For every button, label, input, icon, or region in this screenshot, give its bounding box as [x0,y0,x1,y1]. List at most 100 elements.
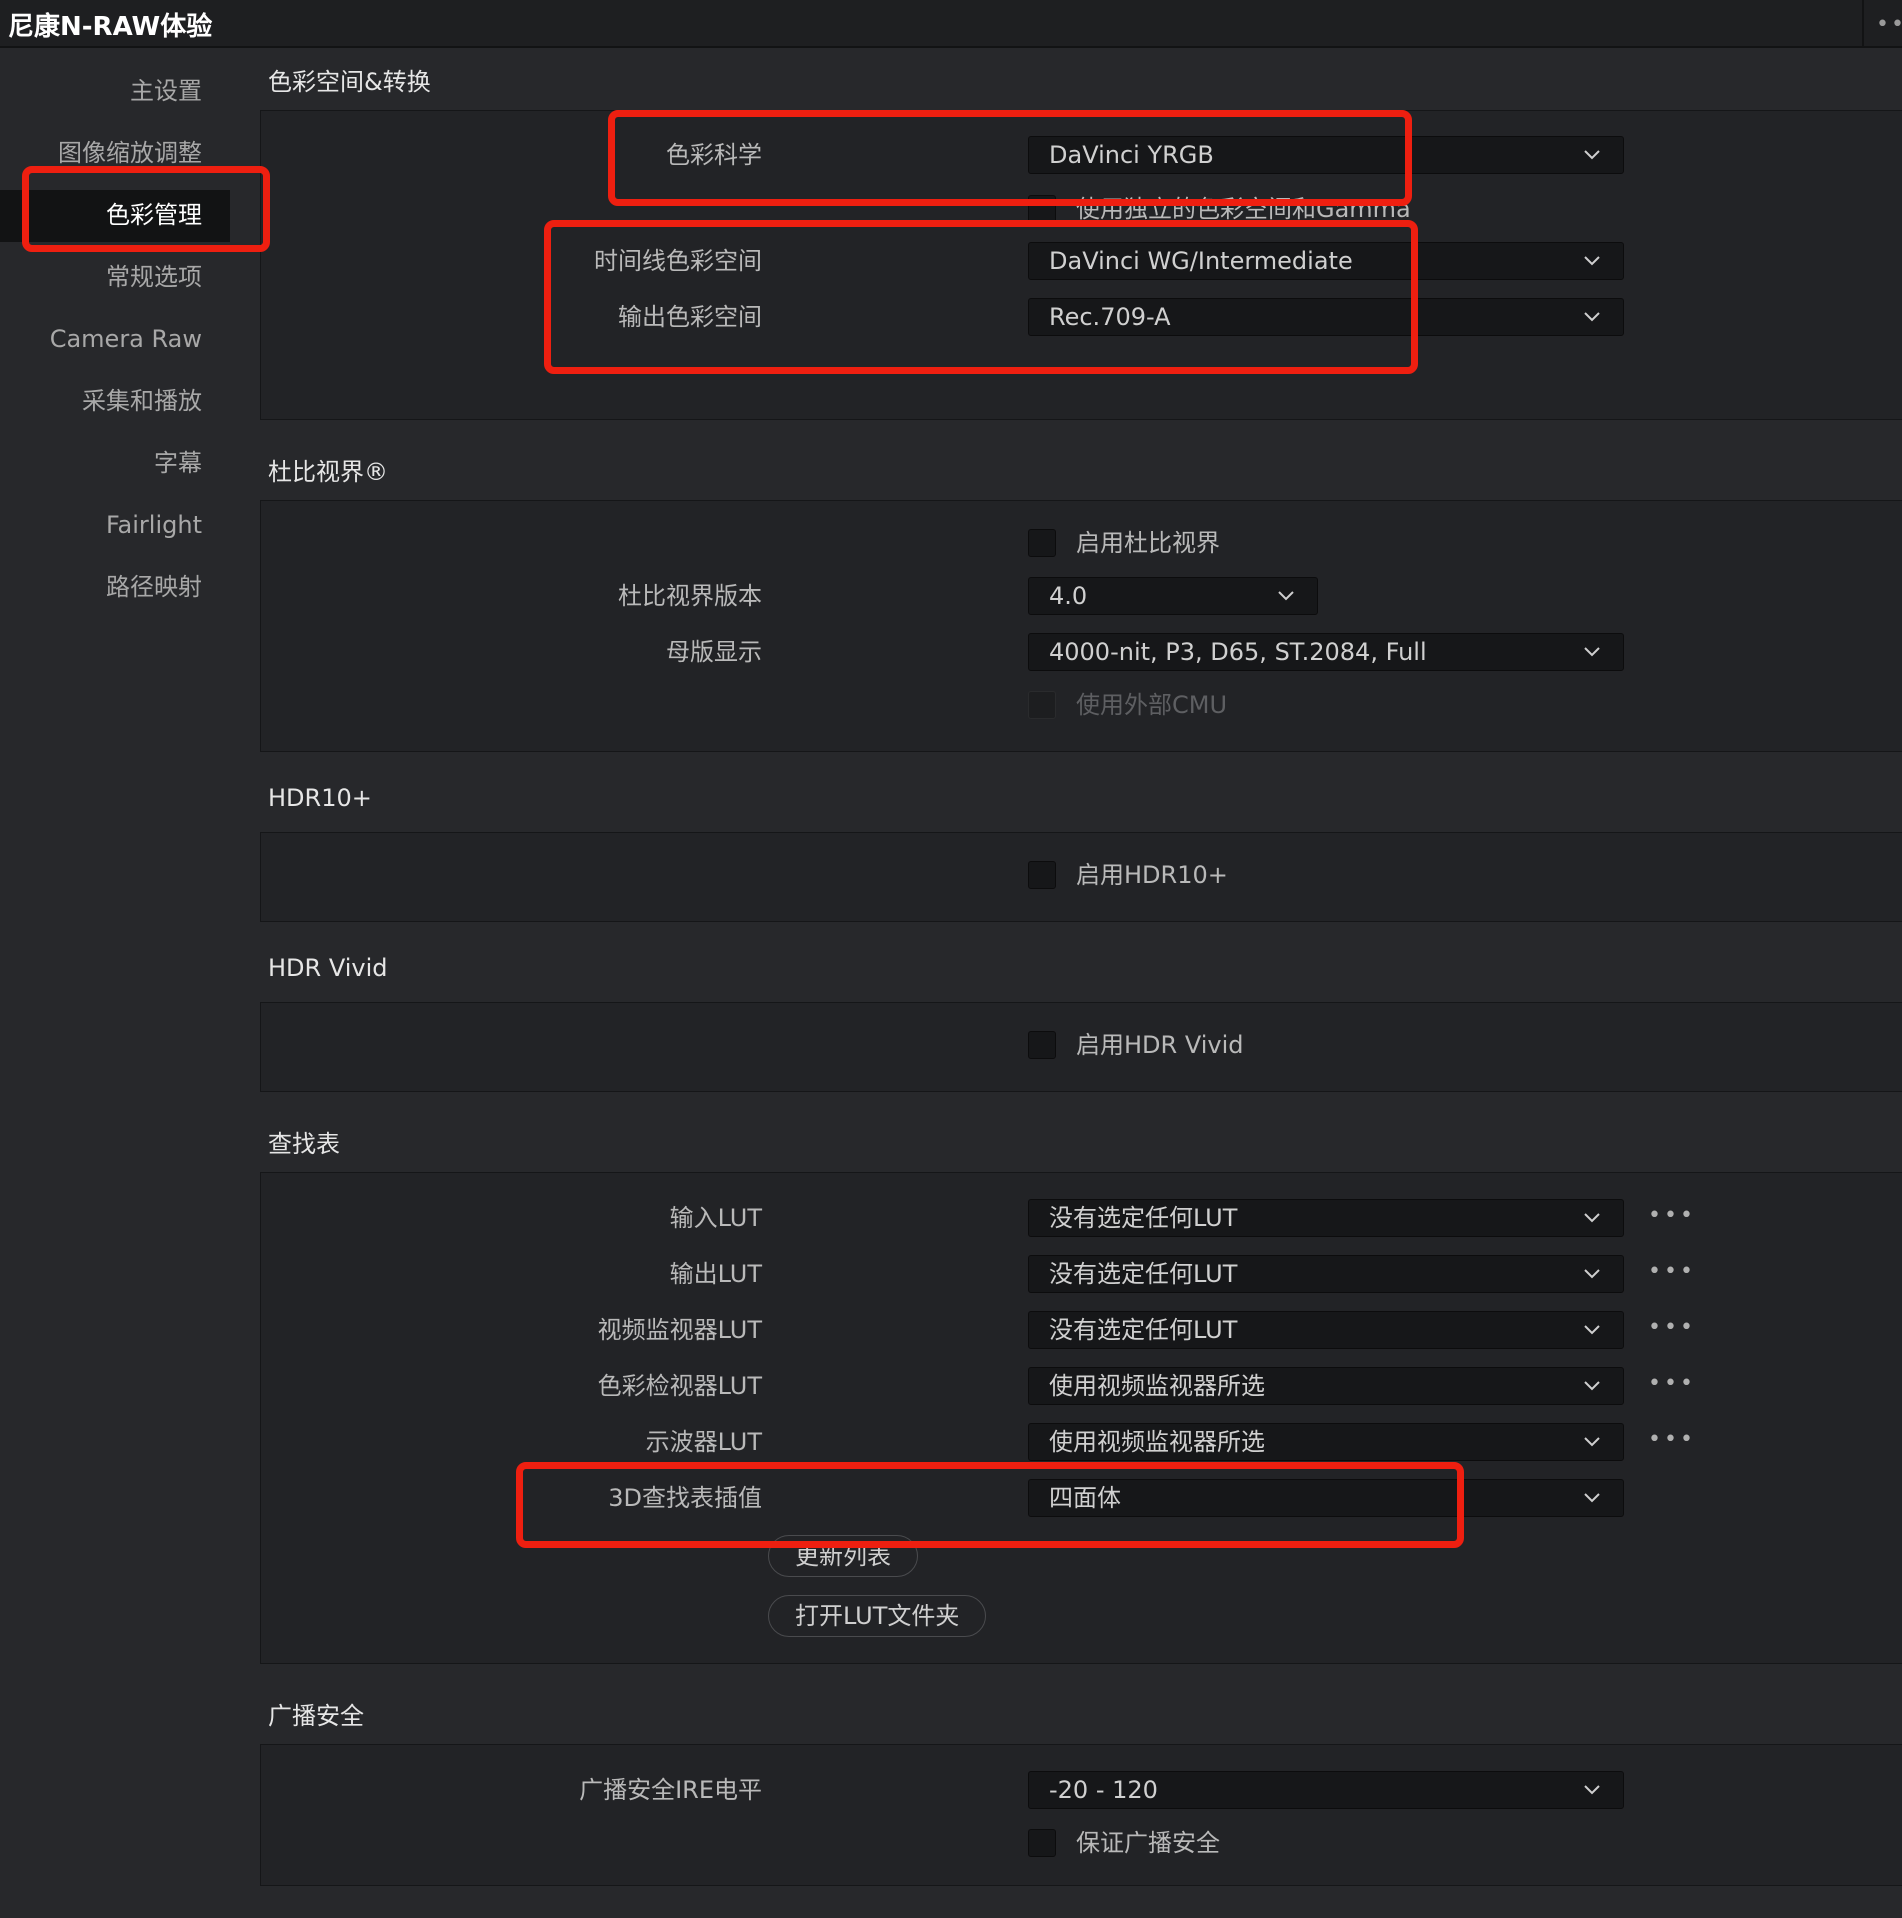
separate-gamma-row: 使用独立的色彩空间和Gamma [260,188,1902,230]
separate-gamma-checkbox[interactable] [1028,195,1056,223]
hdr-vivid-enable-label: 启用HDR Vivid [1076,1031,1244,1059]
lut-interpolation-select[interactable]: 四面体 [1028,1479,1624,1517]
color-science-label: 色彩科学 [666,141,762,169]
mastering-display-value: 4000-nit, P3, D65, ST.2084, Full [1049,638,1427,666]
sidebar-item-capture-playback[interactable]: 采集和播放 [0,370,240,432]
video-monitor-lut-label: 视频监视器LUT [597,1316,762,1344]
video-monitor-lut-value: 没有选定任何LUT [1049,1316,1238,1344]
sidebar-item-label: 图像缩放调整 [58,139,202,167]
separate-gamma-label: 使用独立的色彩空间和Gamma [1076,195,1411,223]
sidebar-item-label: 常规选项 [106,263,202,291]
title-bar: 尼康N-RAW体验 •• [0,0,1902,48]
ensure-broadcast-safe-checkbox[interactable] [1028,1829,1056,1857]
ellipsis-icon[interactable]: ••• [1648,1203,1696,1228]
output-lut-label: 输出LUT [669,1260,762,1288]
sidebar-item-color-management[interactable]: 色彩管理 [0,184,240,246]
mastering-display-row: 母版显示 4000-nit, P3, D65, ST.2084, Full [260,631,1902,673]
output-lut-row: 输出LUT 没有选定任何LUT ••• [260,1253,1902,1295]
timeline-color-space-row: 时间线色彩空间 DaVinci WG/Intermediate [260,240,1902,282]
lut-interpolation-label: 3D查找表插值 [608,1484,762,1512]
scope-lut-select[interactable]: 使用视频监视器所选 [1028,1423,1624,1461]
external-cmu-row: 使用外部CMU [260,684,1902,726]
chevron-down-icon [1584,150,1600,160]
open-lut-folder-button[interactable]: 打开LUT文件夹 [768,1595,987,1637]
output-color-space-label: 输出色彩空间 [618,303,762,331]
ellipsis-icon[interactable]: ••• [1648,1371,1696,1396]
sidebar-item-path-mapping[interactable]: 路径映射 [0,556,240,618]
output-color-space-select[interactable]: Rec.709-A [1028,298,1624,336]
external-cmu-label: 使用外部CMU [1076,691,1228,719]
sidebar-item-subtitles[interactable]: 字幕 [0,432,240,494]
sidebar-item-label: 色彩管理 [106,201,202,229]
color-viewer-lut-select[interactable]: 使用视频监视器所选 [1028,1367,1624,1405]
chevron-down-icon [1584,1493,1600,1503]
chevron-down-icon [1584,256,1600,266]
ellipsis-icon[interactable]: ••• [1648,1259,1696,1284]
output-color-space-row: 输出色彩空间 Rec.709-A [260,296,1902,338]
dolby-enable-checkbox[interactable] [1028,529,1056,557]
broadcast-ire-row: 广播安全IRE电平 -20 - 120 [260,1769,1902,1811]
scope-lut-value: 使用视频监视器所选 [1049,1428,1265,1456]
color-science-select[interactable]: DaVinci YRGB [1028,136,1624,174]
update-list-button[interactable]: 更新列表 [768,1535,918,1577]
output-color-space-value: Rec.709-A [1049,303,1171,331]
section-title-dolby: 杜比视界® [268,458,388,486]
video-monitor-lut-row: 视频监视器LUT 没有选定任何LUT ••• [260,1309,1902,1351]
sidebar-item-camera-raw[interactable]: Camera Raw [0,308,240,370]
ellipsis-icon[interactable]: •• [1876,12,1902,37]
chevron-down-icon [1584,1269,1600,1279]
sidebar-item-fairlight[interactable]: Fairlight [0,494,240,556]
section-title-color-space: 色彩空间&转换 [268,68,431,96]
ensure-broadcast-safe-label: 保证广播安全 [1076,1829,1220,1857]
color-viewer-lut-row: 色彩检视器LUT 使用视频监视器所选 ••• [260,1365,1902,1407]
sidebar-item-label: Camera Raw [49,325,202,353]
dolby-enable-label: 启用杜比视界 [1076,529,1220,557]
broadcast-ire-label: 广播安全IRE电平 [579,1776,762,1804]
chevron-down-icon [1278,591,1294,601]
sidebar-item-image-scaling[interactable]: 图像缩放调整 [0,122,240,184]
video-monitor-lut-select[interactable]: 没有选定任何LUT [1028,1311,1624,1349]
output-lut-select[interactable]: 没有选定任何LUT [1028,1255,1624,1293]
timeline-color-space-select[interactable]: DaVinci WG/Intermediate [1028,242,1624,280]
dolby-version-row: 杜比视界版本 4.0 [260,575,1902,617]
sidebar-item-main-settings[interactable]: 主设置 [0,60,240,122]
hdr-vivid-enable-checkbox[interactable] [1028,1031,1056,1059]
color-science-value: DaVinci YRGB [1049,141,1214,169]
broadcast-safe-panel [260,1744,1902,1886]
broadcast-ire-value: -20 - 120 [1049,1776,1158,1804]
timeline-color-space-label: 时间线色彩空间 [594,247,762,275]
lut-panel [260,1172,1902,1664]
lut-interpolation-row: 3D查找表插值 四面体 [260,1477,1902,1519]
input-lut-select[interactable]: 没有选定任何LUT [1028,1199,1624,1237]
section-title-hdr-vivid: HDR Vivid [268,954,388,982]
dolby-version-value: 4.0 [1049,582,1088,610]
sidebar-item-general-options[interactable]: 常规选项 [0,246,240,308]
title-bar-divider [1862,0,1864,46]
lut-interpolation-value: 四面体 [1049,1484,1121,1512]
chevron-down-icon [1584,1437,1600,1447]
sidebar-item-label: 主设置 [130,77,202,105]
sidebar-item-label: 采集和播放 [82,387,202,415]
output-lut-value: 没有选定任何LUT [1049,1260,1238,1288]
dolby-version-select[interactable]: 4.0 [1028,577,1318,615]
chevron-down-icon [1584,312,1600,322]
mastering-display-select[interactable]: 4000-nit, P3, D65, ST.2084, Full [1028,633,1624,671]
section-title-lut: 查找表 [268,1130,340,1158]
broadcast-ire-select[interactable]: -20 - 120 [1028,1771,1624,1809]
dolby-enable-row: 启用杜比视界 [260,522,1902,564]
section-title-broadcast-safe: 广播安全 [268,1702,364,1730]
ensure-broadcast-safe-row: 保证广播安全 [260,1822,1902,1864]
section-title-hdr10: HDR10+ [268,784,372,812]
hdr10-enable-row: 启用HDR10+ [260,854,1902,896]
sidebar-item-label: 字幕 [154,449,202,477]
ellipsis-icon[interactable]: ••• [1648,1427,1696,1452]
hdr10-enable-checkbox[interactable] [1028,861,1056,889]
external-cmu-checkbox[interactable] [1028,691,1056,719]
hdr-vivid-enable-row: 启用HDR Vivid [260,1024,1902,1066]
mastering-display-label: 母版显示 [666,638,762,666]
chevron-down-icon [1584,1785,1600,1795]
ellipsis-icon[interactable]: ••• [1648,1315,1696,1340]
dolby-version-label: 杜比视界版本 [618,582,762,610]
input-lut-label: 输入LUT [669,1204,762,1232]
chevron-down-icon [1584,1325,1600,1335]
